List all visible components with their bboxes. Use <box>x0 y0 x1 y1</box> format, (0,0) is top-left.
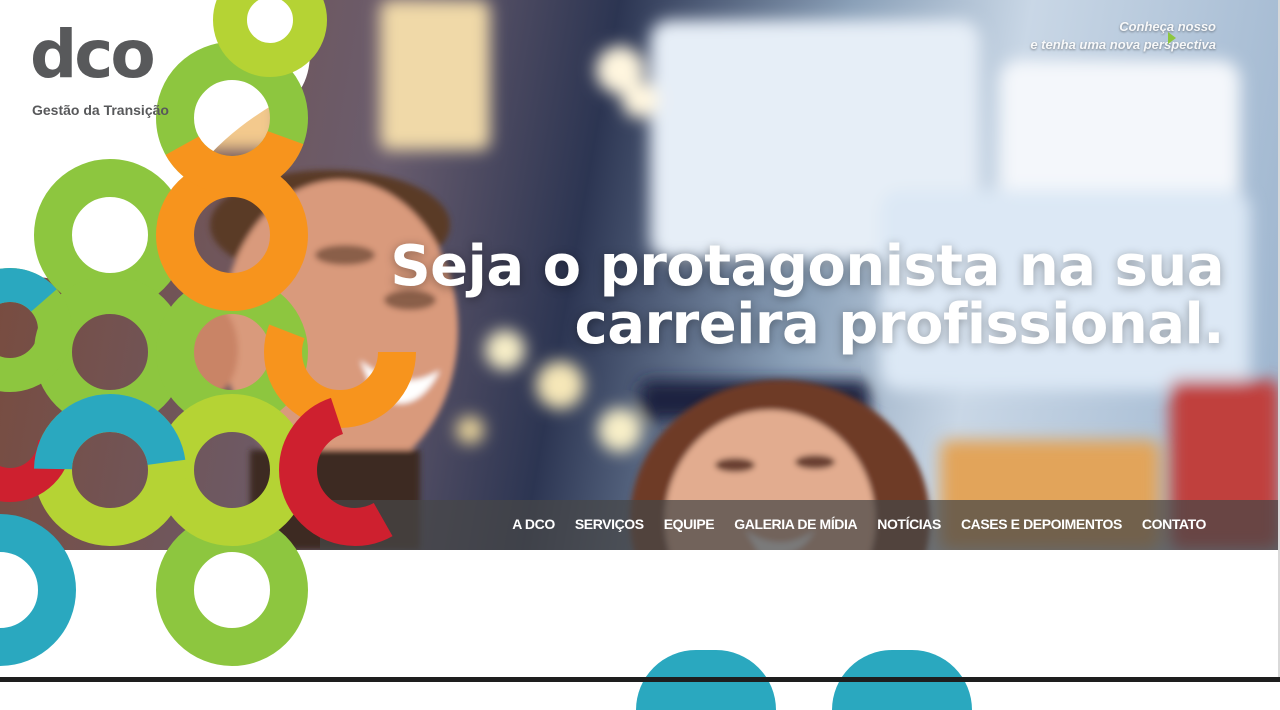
nav-item-contato[interactable]: CONTATO <box>1142 516 1206 532</box>
nav-item-cases-e-depoimentos[interactable]: CASES E DEPOIMENTOS <box>961 516 1122 532</box>
nav-item-noticias[interactable]: NOTÍCIAS <box>877 516 941 532</box>
headline-line-2: carreira profissional. <box>574 292 1225 357</box>
nav-item-galeria-de-midia[interactable]: GALERIA DE MÍDIA <box>734 516 857 532</box>
logo[interactable]: dco <box>30 16 156 93</box>
play-arrow-icon[interactable] <box>1168 32 1176 44</box>
logo-wordmark: dco <box>30 16 156 93</box>
nav-item-servicos[interactable]: SERVIÇOS <box>575 516 644 532</box>
headline-line-1: Seja o protagonista na sua <box>390 234 1224 299</box>
nav-item-equipe[interactable]: EQUIPE <box>664 516 715 532</box>
main-nav: A DCO SERVIÇOS EQUIPE GALERIA DE MÍDIA N… <box>320 500 1280 550</box>
nav-item-a-dco[interactable]: A DCO <box>512 516 555 532</box>
hero-headline: Seja o protagonista na sua carreira prof… <box>390 238 1224 354</box>
window-bottom-border <box>0 677 1280 682</box>
logo-tagline: Gestão da Transição <box>32 102 169 118</box>
